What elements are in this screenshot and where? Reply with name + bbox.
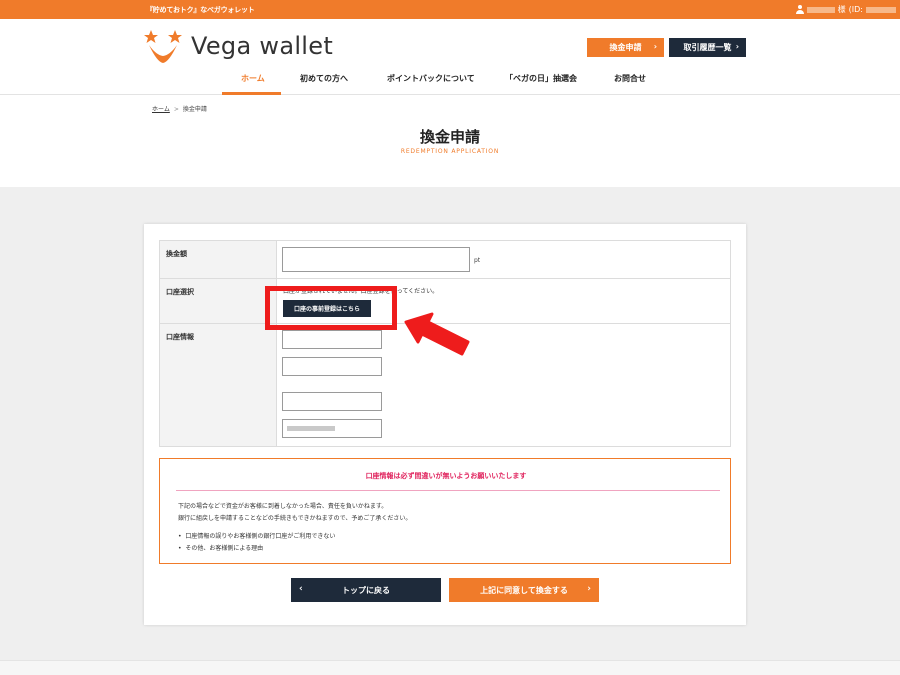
account-field-1[interactable] bbox=[282, 330, 382, 349]
notice-line-2: 銀行に組戻しを申請することなどの手続きもできかねますので、予めご了承ください。 bbox=[178, 515, 412, 522]
user-icon bbox=[795, 5, 804, 14]
apply-redemption-label: 換金申請 bbox=[609, 43, 642, 52]
breadcrumb-current: 換金申請 bbox=[182, 106, 207, 113]
nav-active-indicator bbox=[222, 92, 281, 95]
account-select-label: 口座選択 bbox=[160, 279, 277, 323]
nav-divider bbox=[0, 94, 900, 95]
highlight-box bbox=[265, 286, 397, 330]
back-to-top-label: トップに戻る bbox=[342, 585, 390, 595]
back-to-top-button[interactable]: ‹ トップに戻る bbox=[291, 578, 441, 602]
vega-star-logo-icon bbox=[144, 30, 182, 63]
account-field-2[interactable] bbox=[282, 357, 382, 376]
breadcrumb-separator: > bbox=[173, 106, 179, 113]
top-bar: 『貯めておトク』なベガウォレット 様 (ID: bbox=[0, 0, 900, 19]
breadcrumb: ホーム > 換金申請 bbox=[152, 104, 207, 113]
agree-and-redeem-button[interactable]: 上記に同意して換金する › bbox=[449, 578, 599, 602]
notice-line-1: 下記の場合などで資金がお客様に到着しなかった場合、責任を負いかねます。 bbox=[178, 503, 388, 510]
user-suffix: 様 bbox=[837, 5, 846, 14]
site-logo[interactable]: Vega wallet bbox=[143, 28, 333, 64]
page-subtitle: REDEMPTION APPLICATION bbox=[400, 148, 500, 155]
site-tagline: 『貯めておトク』なベガウォレット bbox=[146, 6, 255, 14]
nav-vega-day-lottery[interactable]: 「ベガの日」抽選会 bbox=[505, 73, 577, 84]
chevron-right-icon: › bbox=[735, 42, 739, 51]
nav-first-time[interactable]: 初めての方へ bbox=[300, 73, 348, 84]
account-field-4[interactable] bbox=[282, 419, 382, 438]
account-holder-redacted bbox=[287, 426, 335, 431]
chevron-right-icon: › bbox=[653, 42, 657, 51]
page-title: 換金申請 bbox=[419, 128, 480, 146]
chevron-left-icon: ‹ bbox=[299, 584, 303, 594]
chevron-right-icon: › bbox=[587, 584, 591, 594]
transaction-history-label: 取引履歴一覧 bbox=[683, 43, 732, 52]
notice-bullet-1: • 口座情報の誤りやお客様側の銀行口座がご利用できない bbox=[178, 533, 336, 540]
notice-title: 口座情報は必ず間違いが無いようお願いいたします bbox=[365, 472, 527, 480]
breadcrumb-home-link[interactable]: ホーム bbox=[152, 106, 170, 113]
user-id-label: (ID: bbox=[848, 5, 863, 14]
red-arrow-icon bbox=[404, 312, 470, 356]
amount-label: 換金額 bbox=[160, 241, 277, 278]
notice-bullet-2-text: その他、お客様側による理由 bbox=[185, 545, 264, 552]
user-id-redacted bbox=[866, 6, 896, 13]
user-name-redacted bbox=[806, 6, 835, 13]
account-field-3[interactable] bbox=[282, 392, 382, 411]
notice-divider bbox=[176, 490, 720, 491]
amount-unit: pt bbox=[474, 257, 481, 264]
user-info[interactable]: 様 (ID: bbox=[795, 4, 896, 15]
amount-input[interactable] bbox=[282, 247, 470, 272]
apply-redemption-button[interactable]: 換金申請 › bbox=[587, 38, 664, 57]
main-nav: ホーム 初めての方へ ポイントバックについて 「ベガの日」抽選会 お問合せ bbox=[0, 66, 900, 95]
notice-box: 口座情報は必ず間違いが無いようお願いいたします 下記の場合などで資金がお客様に到… bbox=[159, 458, 731, 564]
account-info-label: 口座情報 bbox=[160, 324, 277, 446]
nav-pointback[interactable]: ポイントバックについて bbox=[387, 73, 475, 84]
logo-text: Vega wallet bbox=[191, 32, 334, 60]
nav-home[interactable]: ホーム bbox=[241, 73, 265, 84]
nav-contact[interactable]: お問合せ bbox=[614, 73, 646, 84]
footer-strip bbox=[0, 660, 900, 675]
notice-bullet-1-text: 口座情報の誤りやお客様側の銀行口座がご利用できない bbox=[185, 533, 336, 540]
form-row-amount: 換金額 pt bbox=[160, 241, 730, 279]
transaction-history-button[interactable]: 取引履歴一覧 › bbox=[669, 38, 746, 57]
notice-bullet-2: • その他、お客様側による理由 bbox=[178, 545, 264, 552]
agree-and-redeem-label: 上記に同意して換金する bbox=[480, 585, 568, 595]
